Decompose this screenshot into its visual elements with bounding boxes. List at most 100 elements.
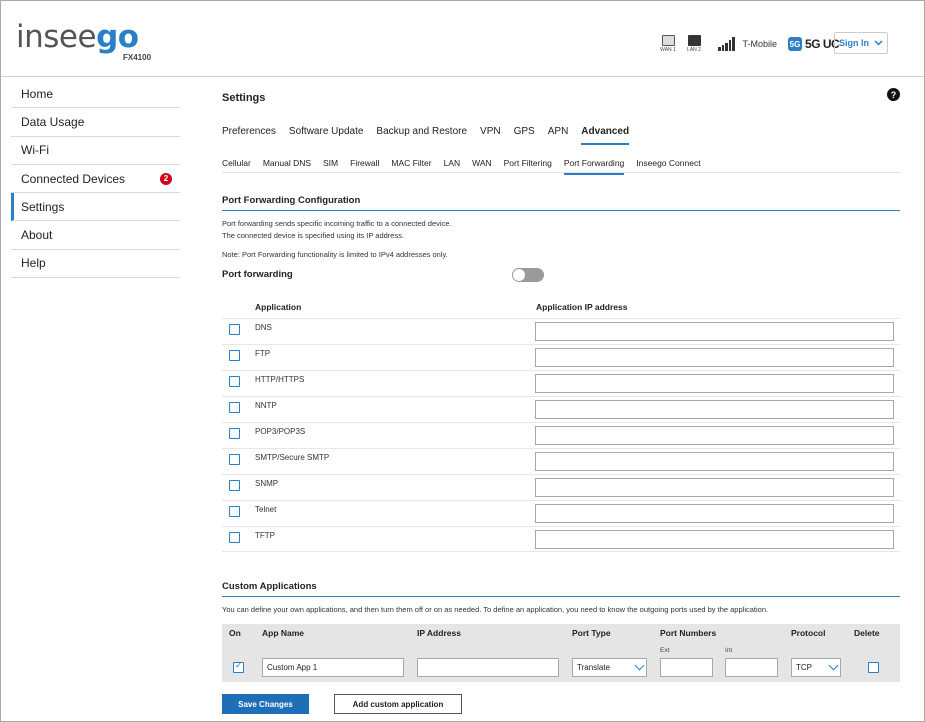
status-icons: WAN 1 LAN 2 T-Mobile 5G 5G UC: [658, 35, 840, 53]
table-row: POP3/POP3S: [222, 422, 900, 448]
port-type-select[interactable]: Translate: [572, 658, 647, 677]
chevron-down-icon: [874, 40, 883, 46]
sidebar-item-about[interactable]: About: [11, 221, 180, 250]
sidebar-item-home[interactable]: Home: [11, 80, 180, 109]
tab-backup-restore[interactable]: Backup and Restore: [376, 126, 467, 145]
section-divider: [222, 210, 900, 211]
sidebar-item-help[interactable]: Help: [11, 250, 180, 279]
section-divider: [222, 596, 900, 597]
tab-gps[interactable]: GPS: [514, 126, 535, 145]
app-window: inseego FX4100 WAN 1 LAN 2 T-Mobile 5G 5…: [0, 0, 925, 722]
column-header-application: Application: [255, 302, 302, 312]
sidebar-item-label: About: [21, 228, 53, 243]
sidebar-item-data-usage[interactable]: Data Usage: [11, 108, 180, 137]
app-name: FTP: [255, 349, 271, 358]
app-ip-input[interactable]: [535, 504, 894, 523]
column-header-application-ip: Application IP address: [536, 302, 628, 312]
table-row: SMTP/Secure SMTP: [222, 448, 900, 474]
sidebar-item-label: Data Usage: [21, 114, 85, 129]
int-port-input[interactable]: [725, 658, 778, 677]
column-header-ip-address: IP Address: [417, 628, 461, 638]
app-name: SMTP/Secure SMTP: [255, 453, 330, 462]
ext-port-input[interactable]: [660, 658, 713, 677]
custom-app-on-checkbox[interactable]: [233, 660, 244, 673]
table-row: HTTP/HTTPS: [222, 370, 900, 396]
app-name: Telnet: [255, 505, 277, 514]
tab-vpn[interactable]: VPN: [480, 126, 501, 145]
port-forwarding-label: Port forwarding: [222, 269, 293, 280]
delete-checkbox[interactable]: [868, 662, 879, 673]
table-row: FTP: [222, 344, 900, 370]
table-row: NNTP: [222, 396, 900, 422]
protocol-select[interactable]: TCP: [791, 658, 841, 677]
description-line-2: The connected device is specified using …: [222, 231, 405, 240]
wan-port-icon: WAN 1: [658, 35, 678, 53]
tab-advanced[interactable]: Advanced: [581, 126, 630, 145]
app-ip-input[interactable]: [535, 452, 894, 471]
sign-in-button[interactable]: Sign In: [834, 32, 888, 54]
sidebar-item-settings[interactable]: Settings: [11, 193, 180, 222]
tab-software-update[interactable]: Software Update: [289, 126, 364, 145]
chevron-down-icon: [828, 660, 839, 671]
add-custom-application-button[interactable]: Add custom application: [334, 694, 462, 714]
column-header-port-numbers: Port Numbers: [660, 628, 717, 638]
toggle-knob: [513, 269, 525, 281]
save-changes-button[interactable]: Save Changes: [222, 694, 309, 714]
port-type-value: Translate: [577, 663, 611, 672]
logo-text: insee: [16, 19, 97, 55]
custom-app-name-input[interactable]: Custom App 1: [262, 658, 404, 677]
column-header-protocol: Protocol: [791, 628, 826, 638]
custom-description: You can define your own applications, an…: [222, 605, 769, 614]
app-ip-input[interactable]: [535, 478, 894, 497]
wan-label: WAN 1: [660, 47, 676, 53]
app-checkbox[interactable]: [229, 402, 240, 413]
app-name: SNMP: [255, 479, 279, 488]
app-ip-input[interactable]: [535, 400, 894, 419]
header-divider: [1, 76, 924, 77]
sign-in-label: Sign In: [839, 38, 869, 48]
tab-preferences[interactable]: Preferences: [222, 126, 276, 145]
section-title-port-forwarding: Port Forwarding Configuration: [222, 195, 361, 206]
app-checkbox[interactable]: [229, 376, 240, 387]
device-model: FX4100: [123, 53, 152, 62]
table-row: SNMP: [222, 474, 900, 500]
sidebar-item-wifi[interactable]: Wi-Fi: [11, 137, 180, 165]
app-ip-input[interactable]: [535, 322, 894, 341]
tab-apn[interactable]: APN: [548, 126, 569, 145]
column-header-delete: Delete: [854, 628, 880, 638]
sidebar-item-label: Help: [21, 256, 46, 271]
app-ip-input[interactable]: [535, 374, 894, 393]
app-checkbox[interactable]: [229, 350, 240, 361]
lan-label: LAN 2: [687, 47, 701, 53]
inseego-logo: inseego: [16, 19, 139, 55]
app-checkbox[interactable]: [229, 532, 240, 543]
app-name: TFTP: [255, 531, 275, 540]
app-ip-input[interactable]: [535, 348, 894, 367]
carrier-name: T-Mobile: [742, 39, 778, 49]
app-name: DNS: [255, 323, 272, 332]
app-checkbox[interactable]: [229, 454, 240, 465]
port-forwarding-toggle[interactable]: [512, 268, 544, 282]
app-checkbox[interactable]: [229, 506, 240, 517]
lan-port-icon: LAN 2: [684, 35, 704, 53]
ext-label: Ext: [660, 647, 670, 654]
sidebar-item-label: Connected Devices: [21, 171, 126, 186]
column-header-port-type: Port Type: [572, 628, 611, 638]
signal-strength-icon: [718, 37, 735, 51]
app-ip-input[interactable]: [535, 426, 894, 445]
app-checkbox[interactable]: [229, 324, 240, 335]
app-ip-input[interactable]: [535, 530, 894, 549]
sidebar-item-label: Settings: [21, 199, 65, 214]
app-checkbox[interactable]: [229, 480, 240, 491]
sidebar-item-connected-devices[interactable]: Connected Devices 2: [11, 165, 180, 194]
app-name: POP3/POP3S: [255, 427, 306, 436]
app-checkbox[interactable]: [229, 428, 240, 439]
settings-tabs: Preferences Software Update Backup and R…: [222, 126, 642, 145]
help-icon[interactable]: ?: [887, 88, 900, 101]
ipv4-note: Note: Port Forwarding functionality is l…: [222, 250, 448, 259]
connected-devices-count-badge: 2: [160, 172, 172, 185]
subtabs-divider: [222, 172, 900, 173]
column-header-on: On: [229, 628, 241, 638]
logo-accent-text: go: [96, 19, 139, 55]
custom-app-ip-input[interactable]: [417, 658, 559, 677]
